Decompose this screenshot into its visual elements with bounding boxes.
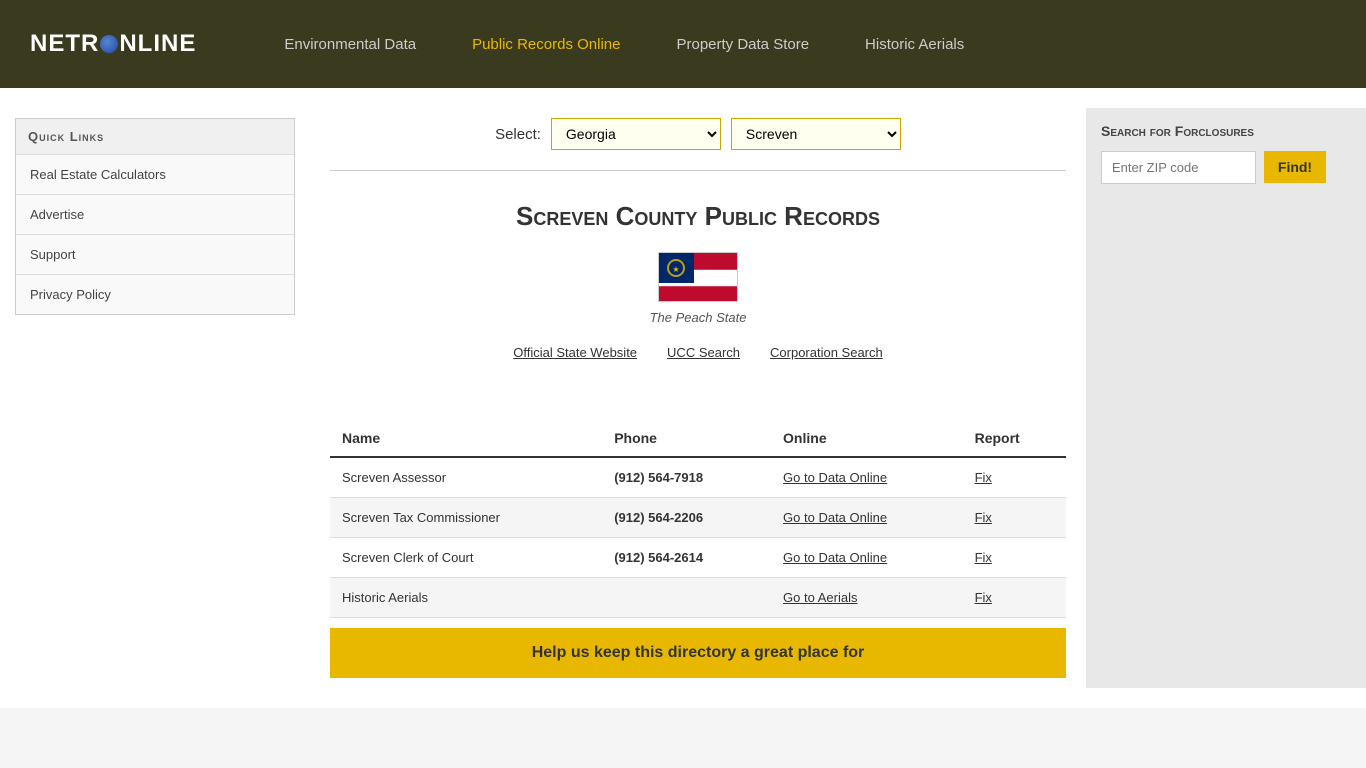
cell-phone bbox=[602, 578, 771, 618]
ucc-search-link[interactable]: UCC Search bbox=[667, 345, 740, 360]
table-body: Screven Assessor(912) 564-7918 Go to Data… bbox=[330, 457, 1066, 618]
cell-online: Go to Data Online bbox=[771, 457, 963, 498]
select-row: Select: Georgia Alabama Florida Screven … bbox=[330, 118, 1066, 171]
county-select[interactable]: Screven Chatham Fulton bbox=[731, 118, 901, 150]
cell-online: Go to Data Online bbox=[771, 498, 963, 538]
cell-phone: (912) 564-7918 bbox=[602, 457, 771, 498]
online-link[interactable]: Go to Data Online bbox=[783, 510, 887, 525]
foreclosure-title: Search for Forclosures bbox=[1101, 123, 1351, 139]
state-select[interactable]: Georgia Alabama Florida bbox=[551, 118, 721, 150]
cell-name: Historic Aerials bbox=[330, 578, 602, 618]
sidebar-item-support[interactable]: Support bbox=[16, 234, 294, 274]
cell-report: Fix bbox=[963, 538, 1066, 578]
state-flag: ★ bbox=[658, 252, 738, 302]
cell-report: Fix bbox=[963, 457, 1066, 498]
state-links: Official State Website UCC Search Corpor… bbox=[330, 345, 1066, 360]
bottom-banner: Help us keep this directory a great plac… bbox=[330, 628, 1066, 678]
main-nav: Environmental Data Public Records Online… bbox=[256, 0, 992, 88]
nav-historic-aerials[interactable]: Historic Aerials bbox=[837, 0, 992, 88]
right-panel: Search for Forclosures Find! bbox=[1086, 108, 1366, 688]
sidebar-item-advertise[interactable]: Advertise bbox=[16, 194, 294, 234]
state-nickname: The Peach State bbox=[330, 310, 1066, 325]
online-link[interactable]: Go to Data Online bbox=[783, 470, 887, 485]
table-row: Screven Clerk of Court(912) 564-2614 Go t… bbox=[330, 538, 1066, 578]
logo-text: NETR bbox=[30, 30, 99, 57]
col-phone: Phone bbox=[602, 420, 771, 457]
report-link[interactable]: Fix bbox=[975, 510, 992, 525]
sidebar: Quick Links Real Estate Calculators Adve… bbox=[0, 108, 310, 688]
sidebar-item-privacy[interactable]: Privacy Policy bbox=[16, 274, 294, 314]
cell-phone: (912) 564-2206 bbox=[602, 498, 771, 538]
nav-property-data-store[interactable]: Property Data Store bbox=[648, 0, 837, 88]
foreclosure-search-row: Find! bbox=[1101, 151, 1351, 184]
table-row: Historic Aerials Go to Aerials Fix bbox=[330, 578, 1066, 618]
cell-online: Go to Aerials bbox=[771, 578, 963, 618]
svg-text:★: ★ bbox=[672, 265, 679, 274]
nav-environmental-data[interactable]: Environmental Data bbox=[256, 0, 444, 88]
header: NETR NLINE Environmental Data Public Reco… bbox=[0, 0, 1366, 88]
cell-report: Fix bbox=[963, 578, 1066, 618]
official-state-website-link[interactable]: Official State Website bbox=[513, 345, 637, 360]
col-report: Report bbox=[963, 420, 1066, 457]
cell-name: Screven Assessor bbox=[330, 457, 602, 498]
zip-input[interactable] bbox=[1101, 151, 1256, 184]
quick-links-heading: Quick Links bbox=[16, 119, 294, 154]
corporation-search-link[interactable]: Corporation Search bbox=[770, 345, 883, 360]
online-link[interactable]: Go to Aerials bbox=[783, 590, 857, 605]
col-online: Online bbox=[771, 420, 963, 457]
main-content: Select: Georgia Alabama Florida Screven … bbox=[310, 108, 1086, 688]
quick-links-box: Quick Links Real Estate Calculators Adve… bbox=[15, 118, 295, 315]
county-content: Screven County Public Records ★ bbox=[330, 191, 1066, 410]
bottom-banner-text: Help us keep this directory a great plac… bbox=[346, 644, 1050, 662]
online-link[interactable]: Go to Data Online bbox=[783, 550, 887, 565]
cell-phone: (912) 564-2614 bbox=[602, 538, 771, 578]
cell-name: Screven Clerk of Court bbox=[330, 538, 602, 578]
logo-text-2: NLINE bbox=[119, 30, 196, 57]
table-row: Screven Assessor(912) 564-7918 Go to Data… bbox=[330, 457, 1066, 498]
cell-report: Fix bbox=[963, 498, 1066, 538]
nav-public-records[interactable]: Public Records Online bbox=[444, 0, 648, 88]
report-link[interactable]: Fix bbox=[975, 590, 992, 605]
content-wrapper: Quick Links Real Estate Calculators Adve… bbox=[0, 88, 1366, 708]
records-table: Name Phone Online Report Screven Assesso… bbox=[330, 420, 1066, 618]
find-button[interactable]: Find! bbox=[1264, 151, 1326, 183]
cell-online: Go to Data Online bbox=[771, 538, 963, 578]
county-title: Screven County Public Records bbox=[330, 201, 1066, 232]
sidebar-item-real-estate[interactable]: Real Estate Calculators bbox=[16, 154, 294, 194]
cell-name: Screven Tax Commissioner bbox=[330, 498, 602, 538]
logo[interactable]: NETR NLINE bbox=[30, 30, 196, 58]
col-name: Name bbox=[330, 420, 602, 457]
table-header-row: Name Phone Online Report bbox=[330, 420, 1066, 457]
report-link[interactable]: Fix bbox=[975, 550, 992, 565]
report-link[interactable]: Fix bbox=[975, 470, 992, 485]
select-label: Select: bbox=[495, 126, 541, 143]
table-row: Screven Tax Commissioner(912) 564-2206 Go… bbox=[330, 498, 1066, 538]
globe-icon bbox=[100, 35, 118, 53]
